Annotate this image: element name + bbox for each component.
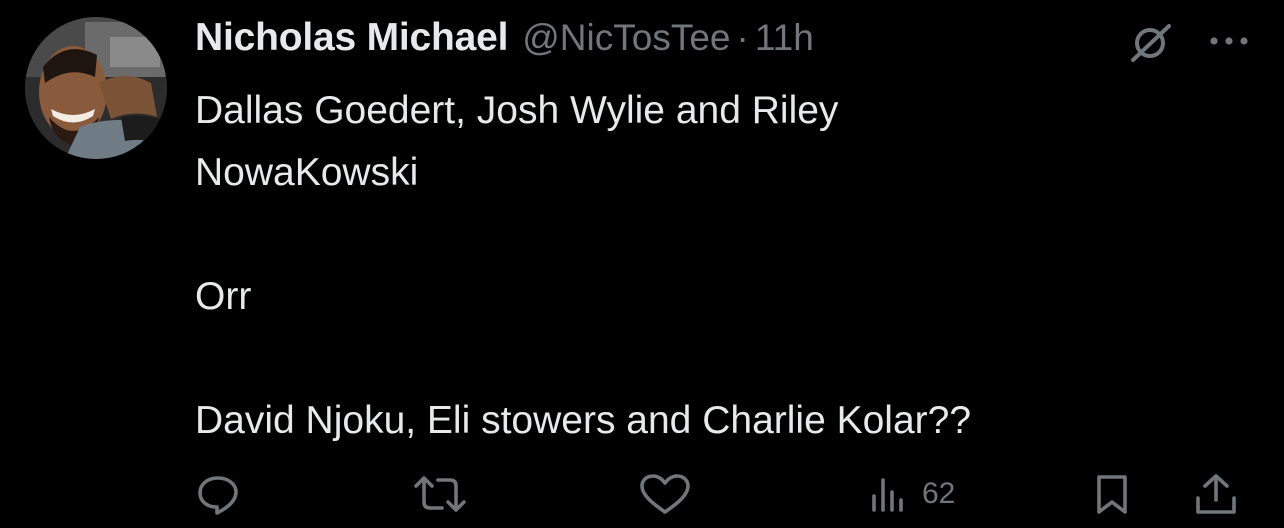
separator-dot: · [736, 17, 749, 58]
reply-button[interactable] [196, 466, 240, 522]
views-icon [872, 478, 903, 512]
more-icon[interactable] [1206, 30, 1252, 52]
repost-icon [414, 476, 466, 512]
reply-icon [198, 476, 238, 515]
display-name[interactable]: Nicholas Michael [195, 16, 508, 60]
tweet[interactable]: Nicholas Michael @NicTosTee · 11h Dallas… [0, 0, 1284, 528]
bookmark-icon [1097, 475, 1127, 514]
share-button[interactable] [1192, 466, 1240, 522]
heart-icon [640, 474, 690, 514]
action-bar: 62 [0, 466, 1284, 522]
repost-button[interactable] [412, 466, 468, 522]
timestamp[interactable]: 11h [755, 17, 814, 59]
tweet-line: NowaKowski [195, 151, 419, 194]
avatar[interactable] [25, 17, 167, 159]
tweet-line: David Njoku, Eli stowers and Charlie Kol… [195, 399, 972, 442]
user-handle[interactable]: @NicTosTee [522, 17, 730, 59]
grok-icon[interactable] [1127, 22, 1175, 64]
views-count: 62 [922, 477, 956, 510]
tweet-header: Nicholas Michael @NicTosTee · 11h [195, 16, 814, 66]
like-button[interactable] [638, 466, 692, 522]
share-icon [1196, 474, 1236, 514]
tweet-text: Dallas Goedert, Josh Wylie and Riley Now… [195, 80, 1235, 452]
bookmark-button[interactable] [1092, 466, 1132, 522]
tweet-line: Orr [195, 275, 252, 318]
views-button[interactable]: 62 [868, 466, 955, 522]
tweet-line: Dallas Goedert, Josh Wylie and Riley [195, 89, 839, 132]
